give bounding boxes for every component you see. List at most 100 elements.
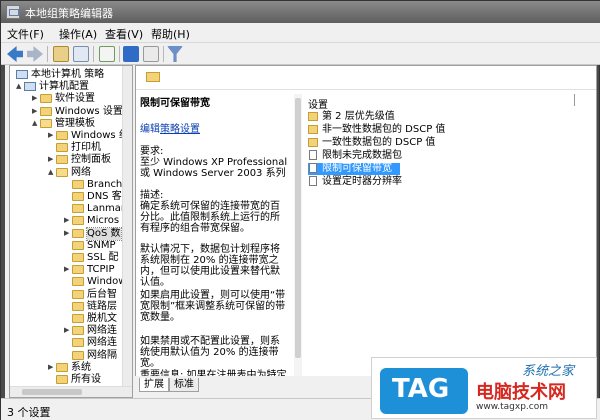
tree-item[interactable]: ▶ 网络连 [10, 325, 122, 337]
tree-item[interactable]: DNS 客 [10, 191, 122, 203]
tree-item[interactable]: ▲ 计算机配置 [10, 81, 122, 93]
watermark-top-text: 系统之家 [522, 364, 575, 379]
tree-item[interactable]: 后台智 [10, 289, 122, 301]
menu-bar: 文件(F) 操作(A) 查看(V) 帮助(H) [1, 23, 600, 43]
tree-item[interactable]: ▶ QoS 数 [10, 226, 122, 241]
expand-arrow-icon[interactable]: ▶ [64, 266, 70, 273]
expand-arrow-icon[interactable]: ▶ [48, 363, 54, 371]
column-divider[interactable] [574, 94, 575, 106]
expand-arrow-icon[interactable]: ▶ [32, 95, 38, 102]
collapse-arrow-icon[interactable]: ▲ [16, 83, 22, 90]
list-item[interactable]: 非一致性数据包的 DSCP 值 [308, 124, 445, 136]
tree-item[interactable]: ▶ Micros [10, 215, 122, 227]
tree-vertical-scrollbar[interactable] [122, 66, 132, 386]
settings-list: 设置 第 2 层优先级值 非一致性数据包的 DSCP 值一致性数据包的 DSCP … [304, 94, 594, 378]
folder-icon [56, 375, 68, 384]
tree-item-label: SNMP [87, 239, 116, 251]
menu-file[interactable]: 文件(F) [7, 26, 44, 42]
tree-item[interactable]: 本地计算机 策略 [10, 69, 122, 81]
title-bar[interactable]: 本地组策略编辑器 [1, 1, 600, 23]
tree-item[interactable]: 网络隔 [10, 350, 122, 362]
folder-icon [72, 326, 84, 336]
expand-arrow-icon[interactable]: ▶ [48, 132, 54, 139]
description-scrollbar[interactable] [294, 94, 302, 378]
tree-item[interactable]: 所有设 [10, 374, 122, 386]
menu-action[interactable]: 操作(A) [59, 26, 97, 42]
requirements-text: 要求: 至少 Windows XP Professional 或 Windows… [140, 146, 288, 179]
tree-item[interactable]: 链路层 [10, 301, 122, 313]
list-item[interactable]: 第 2 层优先级值 [308, 111, 420, 123]
tree-item[interactable]: SSL 配 [10, 252, 122, 264]
show-hide-tree-icon[interactable] [73, 46, 89, 62]
folder-icon [40, 94, 52, 104]
tree-item-label: 软件设置 [55, 93, 95, 105]
folder-icon [40, 106, 52, 116]
watermark-tag-text: TAG [392, 374, 450, 404]
menu-view[interactable]: 查看(V) [105, 26, 143, 42]
tree-item-label: 系统 [71, 361, 91, 373]
tree-item[interactable]: ▲ 网络 [10, 167, 122, 179]
list-item[interactable]: 设置定时器分辨率 [308, 176, 420, 188]
tree-item[interactable]: Branch [10, 179, 122, 191]
tree-item[interactable]: Window [10, 276, 126, 288]
properties-icon[interactable] [143, 46, 159, 62]
tab-extended[interactable]: 扩展 [139, 378, 169, 392]
policy-title: 限制可保留带宽 [140, 98, 210, 109]
tree-item-label: 网络隔 [87, 349, 117, 361]
export-list-icon[interactable] [99, 46, 115, 62]
scrollbar-thumb[interactable] [295, 98, 301, 358]
tree-item-label: 网络 [71, 166, 91, 178]
collapse-arrow-icon[interactable]: ▲ [48, 168, 54, 176]
tree-item-label: 所有设 [71, 374, 101, 385]
tree-item-label: Window [87, 276, 127, 288]
folder-icon [56, 131, 68, 140]
expand-arrow-icon[interactable]: ▶ [48, 156, 54, 163]
menu-help[interactable]: 帮助(H) [151, 26, 190, 42]
folder-icon [72, 240, 84, 250]
tree-item[interactable]: ▶ 系统 [10, 362, 122, 374]
tree-item[interactable]: ▶ Windows 组 [10, 130, 129, 142]
tree-item[interactable]: 打印机 [10, 142, 122, 154]
enabled-text: 如果启用此设置，则可以使用“带宽限制”框来调整系统可保留的带宽数量。 [140, 290, 286, 323]
tree-item-label: Windows 设置 [55, 105, 123, 117]
details-header [136, 66, 596, 90]
tree-item[interactable]: ▶ TCPIP [10, 264, 122, 276]
folder-icon [308, 125, 318, 134]
folder-icon [72, 253, 84, 262]
tree-horizontal-scrollbar[interactable] [10, 386, 132, 397]
tab-standard[interactable]: 标准 [169, 378, 199, 392]
tree-item[interactable]: ▶ 软件设置 [10, 93, 122, 105]
folder-icon [72, 350, 84, 360]
tree-item[interactable]: SNMP [10, 240, 122, 252]
help-icon[interactable] [123, 46, 139, 62]
tree-item[interactable]: 脱机文 [10, 313, 122, 325]
filter-icon[interactable] [167, 46, 183, 62]
up-folder-icon[interactable] [53, 46, 69, 62]
folder-icon [72, 228, 84, 238]
list-item[interactable]: 一致性数据包的 DSCP 值 [308, 137, 435, 149]
tree-pane[interactable]: 本地计算机 策略 ▲ 计算机配置 ▶ 软件设置 ▶ Windows 设置 ▲ 管理模板 ▶ Wind… [9, 65, 133, 398]
list-item-label: 限制未完成数据包 [322, 150, 402, 161]
column-header-setting[interactable]: 设置 [308, 96, 328, 111]
forward-arrow-icon[interactable] [27, 46, 43, 62]
expand-arrow-icon[interactable]: ▶ [32, 107, 38, 115]
list-item[interactable]: 限制可保留带宽 [308, 163, 400, 175]
tree-item-label: Windows 组 [71, 130, 129, 141]
tree-item[interactable]: Lanman [10, 203, 127, 215]
scrollbar-thumb[interactable] [22, 389, 82, 395]
tree-item-label: 打印机 [71, 142, 101, 154]
expand-arrow-icon[interactable]: ▶ [64, 327, 70, 334]
list-item-label: 限制可保留带宽 [322, 163, 392, 174]
tree-item-label: Branch [87, 178, 123, 190]
tree-item[interactable]: 网络连 [10, 337, 122, 349]
toolbar-separator [119, 46, 120, 62]
expand-arrow-icon[interactable]: ▶ [64, 217, 70, 224]
tree-item[interactable]: ▲ 管理模板 [10, 118, 122, 130]
expand-arrow-icon[interactable]: ▶ [64, 229, 70, 237]
list-item[interactable]: 限制未完成数据包 [308, 150, 420, 162]
edit-policy-link[interactable]: 策略设置 [160, 124, 200, 135]
tree-item[interactable]: ▶ 控制面板 [10, 154, 122, 166]
tree-item[interactable]: ▶ Windows 设置 [10, 105, 123, 118]
back-arrow-icon[interactable] [7, 46, 23, 62]
collapse-arrow-icon[interactable]: ▲ [32, 119, 38, 127]
